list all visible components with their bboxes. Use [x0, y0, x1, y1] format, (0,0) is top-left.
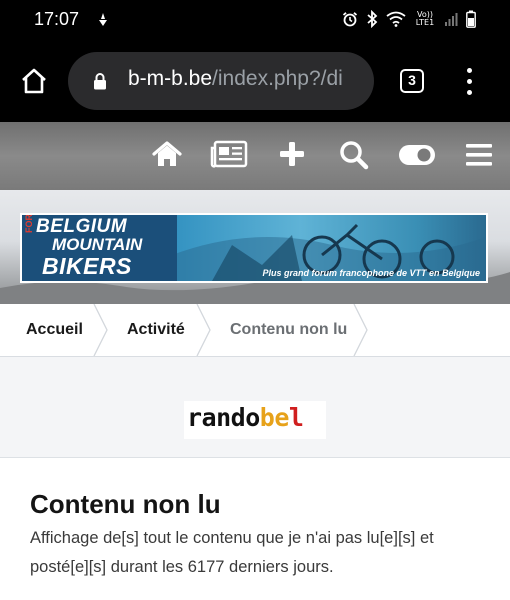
logo-line-3: BIKERS	[42, 253, 132, 279]
plus-icon[interactable]	[279, 140, 305, 168]
url-text: b-m-b.be/index.php?/di	[128, 67, 343, 91]
breadcrumb: Accueil Activité Contenu non lu	[0, 304, 510, 357]
bmb-logo: FORUM BELGIUM MOUNTAIN BIKERS	[22, 215, 177, 281]
notification-icon	[99, 13, 107, 26]
page-description: Affichage de[s] tout le contenu que je n…	[30, 529, 434, 576]
randobel-ad-link[interactable]: randobel	[184, 401, 326, 439]
banner-tagline: Plus grand forum francophone de VTT en B…	[262, 268, 480, 278]
breadcrumb-current[interactable]: Contenu non lu	[230, 321, 347, 339]
alarm-icon	[342, 12, 358, 27]
banner-logo-link[interactable]: FORUM BELGIUM MOUNTAIN BIKERS Plus grand…	[20, 213, 488, 283]
overflow-menu-icon[interactable]	[466, 68, 472, 96]
breadcrumb-activity[interactable]: Activité	[127, 321, 185, 339]
logo-forum-text: FORUM	[24, 213, 34, 233]
url-bar[interactable]: b-m-b.be/index.php?/di	[68, 52, 374, 110]
breadcrumb-separator-icon	[353, 304, 368, 356]
breadcrumb-home[interactable]: Accueil	[26, 321, 83, 339]
system-icons: Vo)) LTE1	[342, 10, 476, 28]
logo-line-2: MOUNTAIN	[52, 235, 143, 254]
page-title: Contenu non lu	[30, 489, 221, 519]
signal-icon	[445, 13, 458, 26]
status-bar: 17:07 Vo)) LTE1	[0, 0, 510, 40]
randobel-logo: randobel	[187, 403, 304, 432]
browser-toolbar: b-m-b.be/index.php?/di 3	[0, 40, 510, 122]
breadcrumb-separator-icon	[196, 304, 211, 356]
home-icon[interactable]	[20, 67, 48, 95]
battery-icon	[466, 10, 476, 28]
hamburger-menu-icon[interactable]	[465, 142, 493, 168]
page-content: Contenu non lu Affichage de[s] tout le c…	[0, 458, 510, 600]
news-icon[interactable]	[210, 140, 248, 168]
bluetooth-icon	[367, 10, 378, 28]
theme-toggle-icon[interactable]	[398, 143, 436, 167]
search-icon[interactable]	[339, 140, 369, 170]
lock-icon	[94, 73, 106, 90]
volte-indicator: Vo)) LTE1	[415, 10, 435, 27]
url-path: /index.php?/di	[212, 67, 343, 90]
breadcrumb-separator-icon	[93, 304, 108, 356]
wifi-icon	[386, 11, 406, 27]
site-banner: FORUM BELGIUM MOUNTAIN BIKERS Plus grand…	[0, 190, 510, 304]
forum-nav-bar	[0, 122, 510, 190]
tab-switcher-button[interactable]: 3	[400, 69, 424, 93]
sponsor-area: randobel	[0, 357, 510, 458]
home-icon[interactable]	[152, 140, 182, 168]
url-domain: b-m-b.be	[128, 67, 213, 90]
status-time: 17:07	[34, 9, 80, 29]
